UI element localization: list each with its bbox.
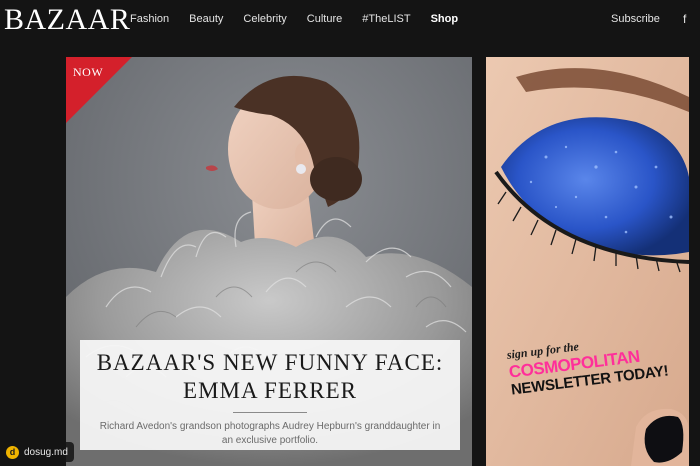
- caption-divider: [233, 412, 307, 413]
- nav-item-thelist[interactable]: #TheLIST: [362, 13, 410, 25]
- hero-caption-box[interactable]: BAZAAR'S NEW FUNNY FACE: EMMA FERRER Ric…: [80, 340, 460, 450]
- hero-story-card[interactable]: NOW BAZAAR'S NEW FUNNY FACE: EMMA FERRER…: [66, 57, 472, 466]
- hero-headline[interactable]: BAZAAR'S NEW FUNNY FACE: EMMA FERRER: [80, 349, 460, 405]
- nav-item-shop[interactable]: Shop: [431, 13, 459, 25]
- subscribe-link[interactable]: Subscribe: [611, 13, 660, 25]
- watermark-logo-icon: d: [6, 445, 19, 459]
- hero-headline-line-1: BAZAAR'S NEW FUNNY FACE:: [96, 350, 444, 375]
- facebook-icon[interactable]: f: [683, 12, 686, 26]
- bazaar-logo[interactable]: BAZAAR: [4, 3, 130, 37]
- watermark: d dosug.md: [2, 442, 74, 462]
- watermark-text: dosug.md: [24, 446, 68, 458]
- nav-item-culture[interactable]: Culture: [307, 13, 342, 25]
- ad-eye-makeup-image: [486, 57, 689, 466]
- nav-item-beauty[interactable]: Beauty: [189, 13, 223, 25]
- nav-item-celebrity[interactable]: Celebrity: [243, 13, 286, 25]
- hero-headline-line-2: EMMA FERRER: [183, 378, 357, 403]
- nav-item-fashion[interactable]: Fashion: [130, 13, 169, 25]
- main-nav: Fashion Beauty Celebrity Culture #TheLIS…: [130, 13, 478, 25]
- now-badge-label: NOW: [73, 65, 104, 79]
- cosmopolitan-ad[interactable]: sign up for the COSMOPOLITAN NEWSLETTER …: [486, 57, 689, 466]
- hero-dek: Richard Avedon's grandson photographs Au…: [99, 421, 441, 446]
- top-navigation: BAZAAR Fashion Beauty Celebrity Culture …: [0, 0, 700, 40]
